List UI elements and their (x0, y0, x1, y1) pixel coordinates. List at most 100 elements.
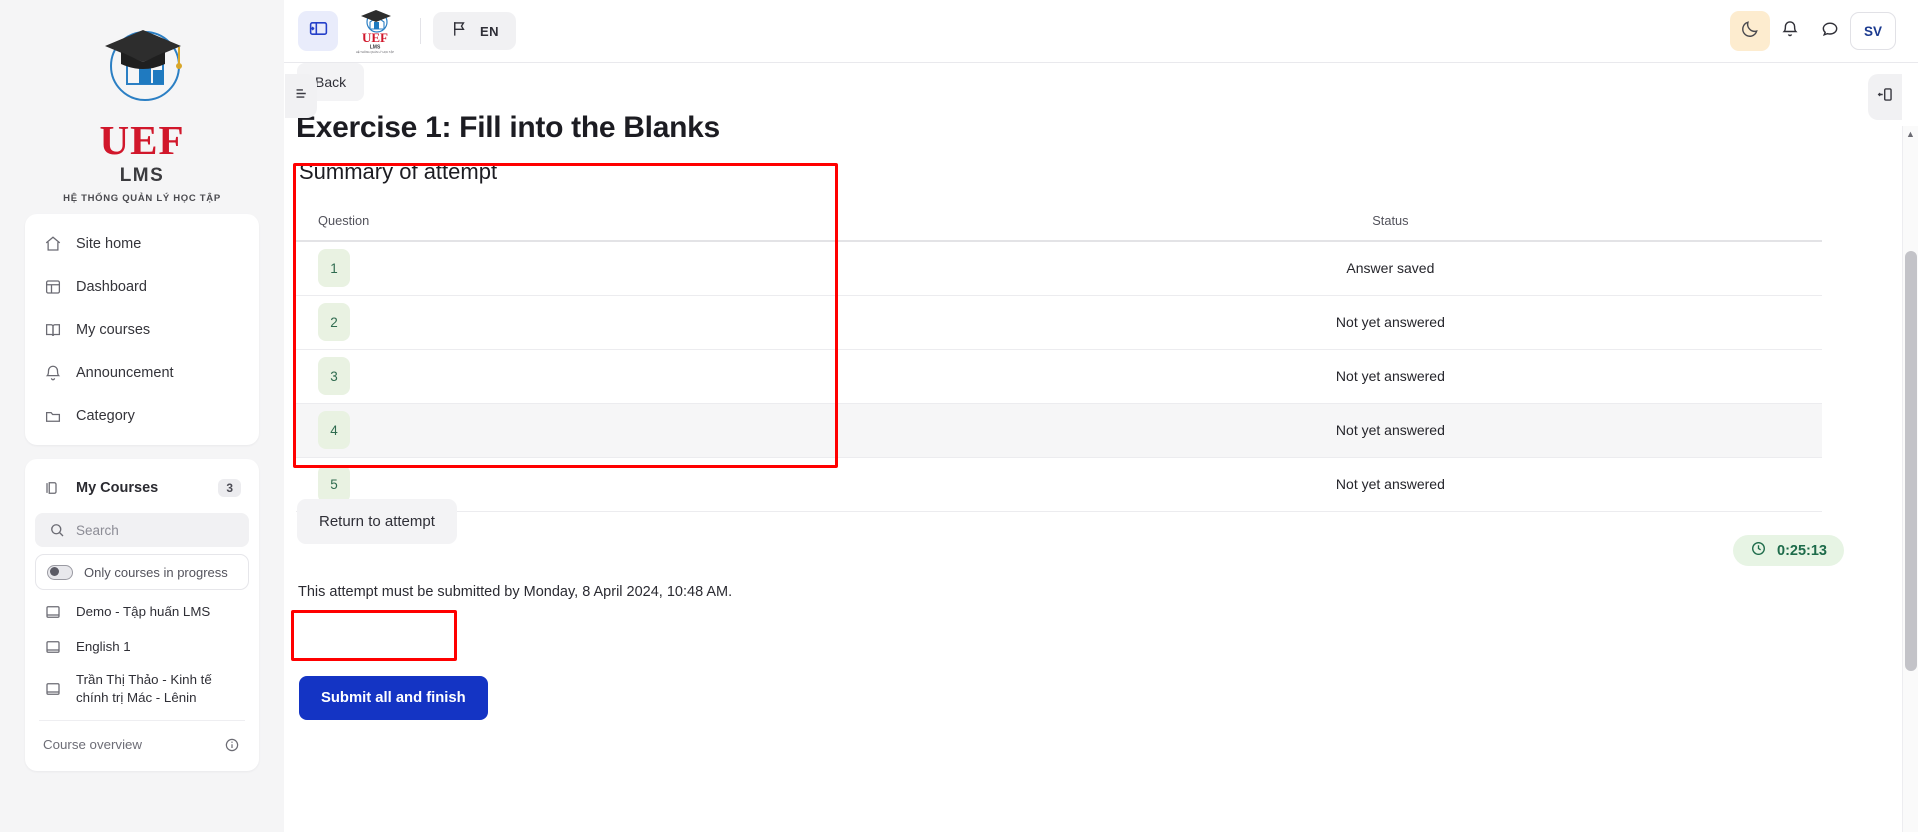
bell-icon (43, 363, 62, 382)
brand-block: UEF LMS HỆ THỐNG QUẢN LÝ HỌC TẬP (0, 0, 284, 214)
search-input[interactable] (76, 522, 237, 538)
question-number-badge[interactable]: 3 (318, 357, 350, 395)
table-row[interactable]: 2 Not yet answered (296, 295, 1822, 350)
sidebar-item-my-courses[interactable]: My courses (25, 308, 259, 351)
drawer-open-right-icon (1876, 85, 1895, 109)
course-list-item[interactable]: Demo - Tập huấn LMS (25, 594, 259, 629)
sidebar-divider (39, 719, 245, 721)
sidebar-item-label: Dashboard (76, 278, 147, 295)
brand-system: LMS (119, 165, 165, 186)
brand-tagline: HỆ THỐNG QUẢN LÝ HỌC TẬP (63, 193, 221, 204)
folder-icon (43, 406, 62, 425)
question-number-badge[interactable]: 1 (318, 249, 350, 288)
question-status: Answer saved (958, 241, 1822, 296)
table-row[interactable]: 5 Not yet answered (296, 457, 1822, 512)
question-number-badge[interactable]: 4 (318, 411, 350, 449)
svg-text:UEF: UEF (362, 30, 388, 45)
toggle-switch-icon (47, 564, 73, 580)
only-in-progress-label: Only courses in progress (84, 564, 228, 580)
table-row[interactable]: 4 Not yet answered (296, 403, 1822, 458)
question-status: Not yet answered (958, 457, 1822, 512)
clock-icon (1750, 540, 1767, 561)
book-open-icon (43, 320, 62, 339)
deadline-text: This attempt must be submitted by Monday… (298, 584, 733, 600)
theme-toggle-button[interactable] (1730, 11, 1770, 51)
messages-button[interactable] (1810, 11, 1850, 51)
question-status: Not yet answered (958, 403, 1822, 458)
notifications-button[interactable] (1770, 11, 1810, 51)
course-search-box[interactable] (35, 513, 249, 547)
return-to-attempt-button[interactable]: Return to attempt (297, 499, 457, 544)
column-header-question: Question (296, 203, 959, 242)
courses-icon (43, 479, 62, 498)
chat-icon (1820, 19, 1840, 44)
my-courses-header[interactable]: My Courses 3 (25, 467, 259, 509)
my-courses-card: My Courses 3 Only courses in progress De… (25, 459, 259, 771)
course-list-item[interactable]: English 1 (25, 629, 259, 664)
sidebar-item-label: My courses (76, 321, 151, 338)
top-bar: UEF LMS HỆ THỐNG QUẢN LÝ HỌC TẬP EN SV (284, 0, 1918, 63)
language-label: EN (480, 23, 499, 39)
sidebar-item-label: Announcement (76, 364, 174, 381)
uef-logo-small-icon: UEF LMS HỆ THỐNG QUẢN LÝ HỌC TẬP (352, 8, 398, 54)
column-header-status: Status (958, 203, 1822, 242)
scrollbar-thumb[interactable] (1905, 251, 1917, 671)
question-number-badge[interactable]: 5 (318, 465, 350, 503)
table-row[interactable]: 1 Answer saved (296, 241, 1822, 296)
avatar-initials: SV (1863, 23, 1882, 39)
timer-value: 0:25:13 (1777, 542, 1827, 559)
user-avatar[interactable]: SV (1850, 12, 1896, 50)
course-label: Demo - Tập huấn LMS (76, 603, 211, 619)
sidebar-item-site-home[interactable]: Site home (25, 222, 259, 265)
home-icon (43, 234, 62, 253)
course-overview-row[interactable]: Course overview (25, 727, 259, 763)
my-courses-title: My Courses (76, 480, 159, 496)
app-root: UEF LMS HỆ THỐNG QUẢN LÝ HỌC TẬP Site ho… (0, 0, 1918, 832)
dashboard-icon (43, 277, 62, 296)
book-icon (43, 679, 62, 698)
sidebar-item-label: Site home (76, 235, 142, 252)
sidebar-item-category[interactable]: Category (25, 394, 259, 437)
svg-text:LMS: LMS (370, 45, 381, 51)
info-icon[interactable] (222, 735, 241, 754)
sidebar-toggle-button[interactable] (298, 11, 338, 51)
book-icon (43, 637, 62, 656)
moon-icon (1740, 19, 1760, 44)
language-selector[interactable]: EN (433, 12, 516, 50)
table-header-row: Question Status (296, 203, 1822, 242)
open-block-drawer[interactable] (1868, 74, 1902, 120)
open-course-index-drawer[interactable] (285, 74, 317, 118)
table-row[interactable]: 3 Not yet answered (296, 349, 1822, 404)
only-in-progress-toggle[interactable]: Only courses in progress (35, 554, 249, 590)
section-title: Summary of attempt (299, 159, 498, 184)
drawer-open-left-icon (293, 85, 310, 107)
vertical-scrollbar[interactable]: ▲ (1902, 126, 1918, 832)
scroll-up-arrow-icon[interactable]: ▲ (1903, 126, 1918, 142)
sidebar-item-dashboard[interactable]: Dashboard (25, 265, 259, 308)
main-content: Back Exercise 1: Fill into the Blanks Su… (284, 63, 1918, 832)
left-sidebar: UEF LMS HỆ THỐNG QUẢN LÝ HỌC TẬP Site ho… (0, 0, 284, 832)
sidebar-nav-card: Site home Dashboard My courses Announcem… (25, 214, 259, 445)
brand-name: UEF (99, 117, 185, 163)
course-list-item[interactable]: Trần Thị Thảo - Kinh tế chính trị Mác - … (25, 664, 259, 714)
uef-logo-icon (83, 18, 201, 122)
question-number-badge[interactable]: 2 (318, 303, 350, 341)
attempt-summary-table: Question Status 1 Answer saved 2 Not yet… (296, 203, 1822, 512)
bell-icon (1780, 19, 1800, 44)
submit-all-and-finish-button[interactable]: Submit all and finish (299, 676, 488, 720)
countdown-timer: 0:25:13 (1733, 535, 1844, 566)
my-courses-count: 3 (218, 479, 241, 497)
flag-icon (450, 19, 469, 43)
sidebar-item-announcement[interactable]: Announcement (25, 351, 259, 394)
search-icon (47, 521, 66, 540)
book-icon (43, 602, 62, 621)
panel-collapse-icon (308, 18, 329, 44)
question-status: Not yet answered (958, 349, 1822, 404)
course-label: English 1 (76, 638, 131, 654)
sidebar-item-label: Category (76, 407, 135, 424)
question-status: Not yet answered (958, 295, 1822, 350)
page-title: Exercise 1: Fill into the Blanks (296, 111, 720, 144)
course-label: Trần Thị Thảo - Kinh tế chính trị Mác - … (76, 672, 212, 705)
course-overview-label: Course overview (43, 737, 143, 753)
topbar-divider (420, 18, 421, 44)
